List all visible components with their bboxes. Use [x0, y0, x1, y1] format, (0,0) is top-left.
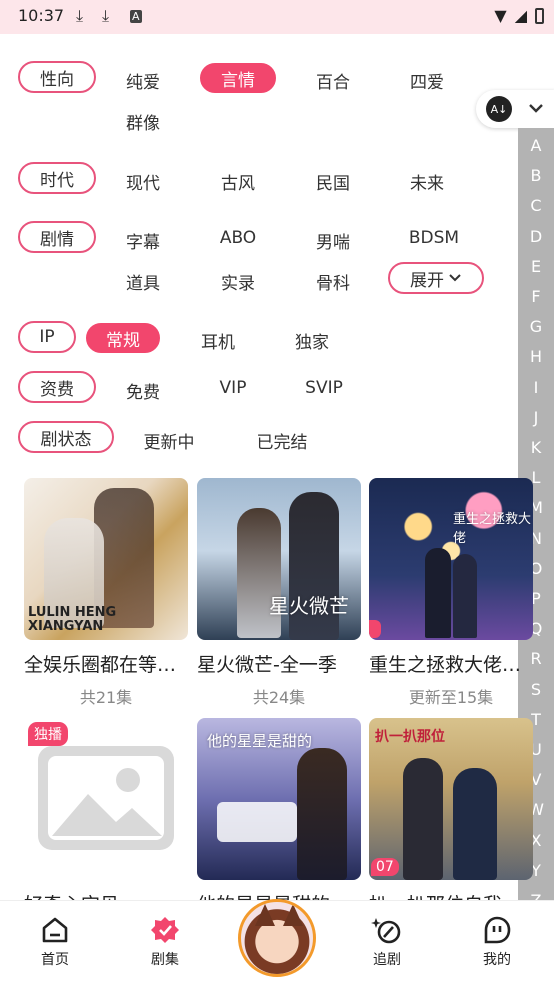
filter-option[interactable]: 百合	[298, 68, 368, 93]
filter-option[interactable]: BDSM	[392, 228, 476, 248]
status-bar: 10:37 ⤓ ⤓ A ▼ ◢	[0, 0, 554, 34]
nav-follow[interactable]: 追剧	[352, 915, 422, 969]
filter-option[interactable]: 免费	[108, 378, 178, 403]
nav-home[interactable]: 首页	[20, 915, 90, 969]
follow-icon	[371, 918, 401, 944]
cover-text: 他的星星是甜的	[207, 732, 313, 750]
filter-option[interactable]: SVIP	[289, 378, 359, 398]
filter-option[interactable]: 男喘	[298, 228, 368, 253]
filter-option-selected[interactable]: 言情	[200, 63, 276, 93]
filter-option[interactable]: ABO	[203, 228, 273, 248]
drama-title: 重生之拯救大佬…	[369, 654, 522, 676]
filter-option[interactable]: 更新中	[134, 428, 204, 453]
download-icon: ⤓	[102, 6, 110, 25]
alphabet-letter[interactable]: G	[518, 317, 554, 336]
filter-label-zifei[interactable]: 资费	[18, 371, 96, 403]
alphabet-letter[interactable]: I	[518, 378, 554, 397]
battery-icon	[535, 7, 544, 24]
alphabet-letter[interactable]: E	[518, 257, 554, 276]
filter-option[interactable]: 独家	[277, 328, 347, 353]
profile-icon	[484, 916, 511, 944]
sort-az-icon: A↓	[486, 96, 512, 122]
drama-episodes: 更新至15集	[408, 688, 494, 707]
filter-option[interactable]: 民国	[298, 169, 368, 194]
filter-option[interactable]: 字幕	[108, 228, 178, 253]
cover-figure	[297, 748, 347, 880]
filter-option[interactable]: 耳机	[183, 328, 253, 353]
filter-option[interactable]: 已完结	[247, 428, 317, 453]
drama-title: 全娱乐圈都在等…	[24, 654, 177, 676]
drama-episodes: 共21集	[79, 688, 133, 707]
drama-cover[interactable]: 星火微芒	[197, 478, 361, 640]
chevron-down-icon	[449, 274, 461, 282]
alphabet-letter[interactable]: J	[518, 408, 554, 427]
bottom-nav: 首页 剧集 追剧 我的	[0, 899, 554, 984]
drama-title: 星火微芒-全一季	[197, 654, 337, 676]
filter-label-juqing[interactable]: 剧情	[18, 221, 96, 253]
cover-text: 重生之拯救大佬	[453, 512, 532, 546]
cover-figure	[453, 554, 477, 638]
cover-text: 扒一扒那位	[375, 729, 445, 745]
drama-cover[interactable]: 他的星星是甜的	[197, 718, 361, 880]
drama-icon	[151, 917, 179, 943]
wifi-icon: ▼	[494, 6, 507, 25]
alphabet-letter[interactable]: B	[518, 166, 554, 185]
drama-cover[interactable]: 重生之拯救大佬	[369, 478, 533, 640]
filter-label-xingxiang[interactable]: 性向	[18, 61, 96, 93]
filter-option[interactable]: 纯爱	[108, 68, 178, 93]
avatar[interactable]	[238, 899, 316, 977]
drama-cover[interactable]: LULIN HENG XIANGYAN	[24, 478, 188, 640]
alphabet-letter[interactable]: C	[518, 196, 554, 215]
exclusive-badge: 独播	[28, 722, 68, 746]
filter-option[interactable]: 四爱	[392, 68, 462, 93]
alphabet-letter[interactable]: D	[518, 227, 554, 246]
expand-label: 展开	[410, 270, 444, 291]
chevron-down-icon	[529, 104, 543, 113]
filter-option[interactable]: 道具	[108, 269, 178, 294]
alphabet-letter[interactable]: H	[518, 347, 554, 366]
filter-option[interactable]: 现代	[108, 169, 178, 194]
filter-option[interactable]: 骨科	[298, 269, 368, 294]
filter-panel: 性向 纯爱 言情 百合 四爱 群像 时代 现代 古风 民国 未来 剧情 字幕 A…	[0, 34, 554, 474]
download-icon: ⤓	[76, 6, 84, 25]
nav-label: 首页	[41, 952, 69, 968]
filter-option[interactable]: VIP	[198, 378, 268, 398]
nav-label: 剧集	[151, 952, 179, 968]
filter-label-juzhuangtai[interactable]: 剧状态	[18, 421, 114, 453]
cover-piano	[217, 802, 297, 842]
filter-option[interactable]: 实录	[203, 269, 273, 294]
drama-cover[interactable]: 独播	[24, 718, 188, 880]
nav-profile[interactable]: 我的	[462, 915, 532, 969]
cat-ear	[255, 904, 275, 926]
alphabet-letter[interactable]: K	[518, 438, 554, 457]
home-icon	[42, 917, 68, 943]
cover-tag	[369, 620, 381, 638]
filter-label-ip[interactable]: IP	[18, 321, 76, 353]
cover-figure	[425, 548, 451, 638]
status-time: 10:37	[18, 6, 65, 25]
filter-option[interactable]: 古风	[203, 169, 273, 194]
drama-cover[interactable]: 扒一扒那位 07	[369, 718, 533, 880]
cover-text: LULIN HENG XIANGYAN	[28, 605, 117, 634]
nav-label: 追剧	[373, 952, 401, 968]
expand-button[interactable]: 展开	[388, 262, 484, 294]
drama-episodes: 共24集	[252, 688, 306, 707]
alphabet-letter[interactable]: F	[518, 287, 554, 306]
sort-toggle-button[interactable]: A↓	[476, 90, 554, 128]
nav-label: 我的	[483, 952, 511, 968]
cover-text: 星火微芒	[269, 594, 349, 618]
nav-drama[interactable]: 剧集	[130, 915, 200, 969]
cover-figure	[403, 758, 443, 880]
cat-ear	[283, 904, 303, 926]
filter-label-shidai[interactable]: 时代	[18, 162, 96, 194]
episode-badge: 07	[371, 858, 399, 876]
signal-icon: ◢	[514, 6, 527, 25]
cover-figure	[453, 768, 497, 880]
app-notification-icon: A	[130, 10, 142, 23]
filter-option-selected[interactable]: 常规	[86, 323, 160, 353]
alphabet-letter[interactable]: A	[518, 136, 554, 155]
filter-option[interactable]: 群像	[108, 109, 178, 134]
filter-option[interactable]: 未来	[392, 169, 462, 194]
